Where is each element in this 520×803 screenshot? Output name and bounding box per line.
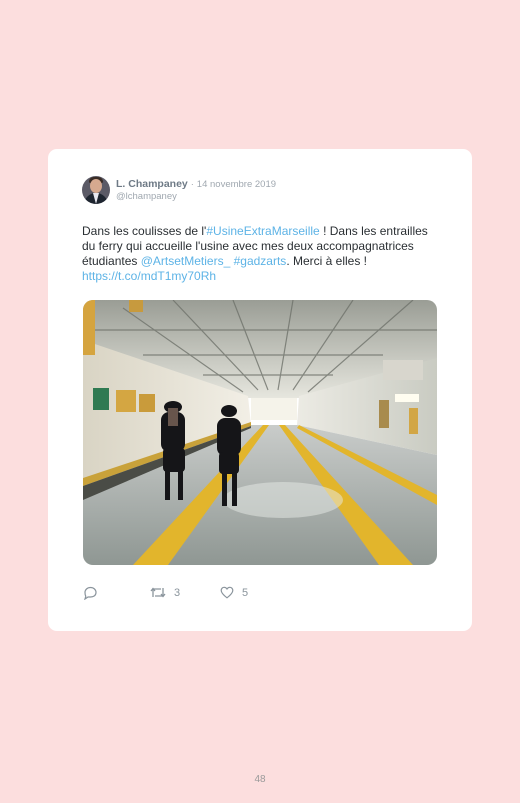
like-count: 5 <box>242 586 249 599</box>
like-button[interactable]: 5 <box>220 586 248 599</box>
tweet-link[interactable]: #gadzarts <box>234 254 287 268</box>
page: L. Champaney · 14 novembre 2019 @lchampa… <box>0 0 520 803</box>
photo-ferry-deck <box>83 300 437 565</box>
author-block: L. Champaney · 14 novembre 2019 @lchampa… <box>116 178 276 203</box>
retweet-button[interactable]: 3 <box>150 586 180 599</box>
separator: · <box>190 178 194 190</box>
tweet-text: Dans les coulisses de l'#UsineExtraMarse… <box>82 224 432 284</box>
heart-icon <box>220 586 234 599</box>
tweet-card: L. Champaney · 14 novembre 2019 @lchampa… <box>48 149 472 631</box>
avatar[interactable] <box>82 176 110 204</box>
reply-icon <box>84 586 97 600</box>
tweet-link[interactable]: #UsineExtraMarseille <box>206 224 319 238</box>
tweet-actions: 3 5 <box>83 586 403 602</box>
tweet-header: L. Champaney · 14 novembre 2019 @lchampa… <box>82 176 276 204</box>
tweet-text-segment: . Merci à elles ! <box>286 254 368 268</box>
retweet-count: 3 <box>174 586 181 599</box>
author-handle[interactable]: @lchampaney <box>116 191 276 203</box>
author-name[interactable]: L. Champaney <box>116 178 188 190</box>
tweet-text-segment: Dans les coulisses de l' <box>82 224 207 238</box>
page-number: 48 <box>254 774 266 785</box>
retweet-icon <box>150 587 166 598</box>
reply-button[interactable] <box>83 586 98 600</box>
tweet-link[interactable]: https://t.co/mdT1my70Rh <box>82 269 216 283</box>
tweet-photo[interactable] <box>83 300 437 565</box>
tweet-link[interactable]: @ArtsetMetiers_ <box>141 254 231 268</box>
tweet-date[interactable]: 14 novembre 2019 <box>197 179 276 190</box>
